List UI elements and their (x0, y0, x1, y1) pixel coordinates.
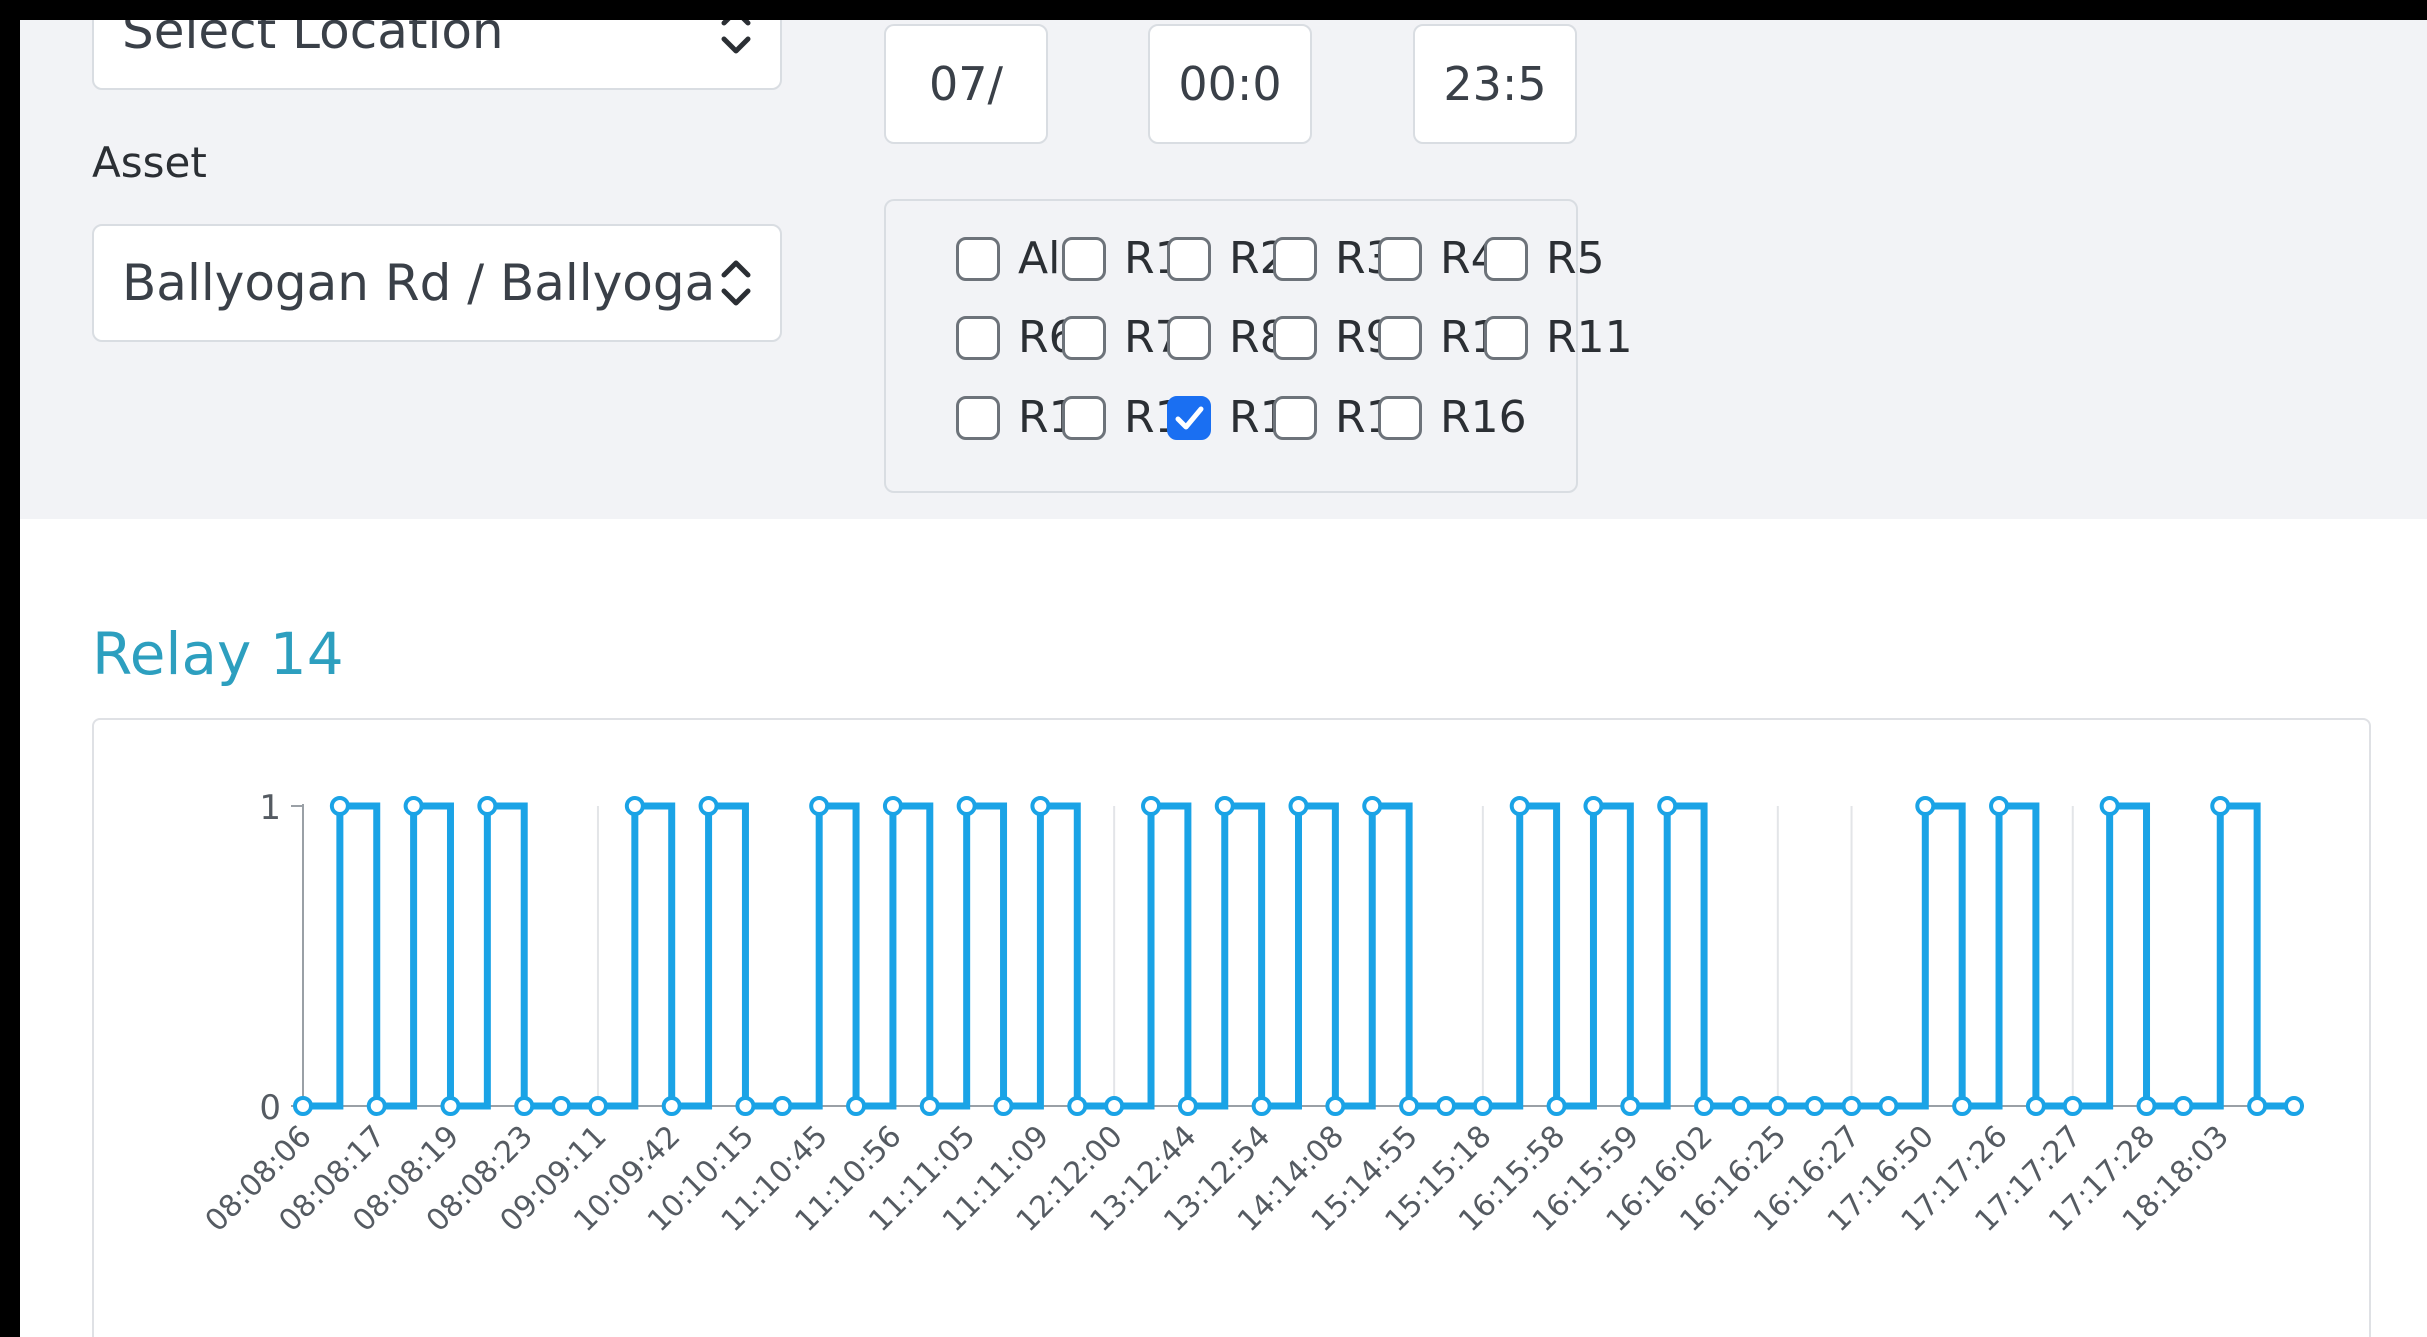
y-tick-label: 1 (259, 788, 281, 828)
data-point (1399, 1096, 1420, 1116)
checkmark-icon (1175, 406, 1204, 430)
data-point (514, 1096, 535, 1116)
relay-checkbox-r12[interactable] (956, 396, 1000, 440)
data-point (1694, 1096, 1715, 1116)
data-point (1251, 1096, 1272, 1116)
data-point (661, 1096, 682, 1116)
relay-checkbox-r4[interactable] (1378, 237, 1422, 281)
data-point (1067, 1096, 1088, 1116)
data-point (919, 1096, 940, 1116)
data-point (1214, 796, 1235, 816)
date-input[interactable]: 07/ (884, 24, 1048, 144)
data-point (735, 1096, 756, 1116)
data-point (772, 1096, 793, 1116)
relay-checkbox-group: AllR1R2R3R4R5R6R7R8R9R10R11R12R13R14R15R… (884, 199, 1633, 493)
data-point (2025, 1096, 2046, 1116)
location-select[interactable]: Select Location (92, 20, 782, 90)
relay-checkbox-r10[interactable] (1378, 316, 1422, 360)
relay-checkbox-r11[interactable] (1484, 316, 1528, 360)
data-point (1509, 796, 1530, 816)
data-point (1288, 796, 1309, 816)
location-select-value: Select Location (122, 20, 504, 60)
data-point (366, 1096, 387, 1116)
series-line (303, 802, 2294, 1110)
data-point (1804, 1096, 1825, 1116)
data-point (1657, 796, 1678, 816)
data-point (1952, 1096, 1973, 1116)
data-point (440, 1096, 461, 1116)
relay-chart: 0108:08:0608:08:1708:08:1908:08:2309:09:… (199, 788, 2304, 1239)
data-point (1546, 1096, 1567, 1116)
data-point (2099, 796, 2120, 816)
relay-checkbox-r2[interactable] (1167, 237, 1211, 281)
data-point (1730, 1096, 1751, 1116)
data-point (2136, 1096, 2157, 1116)
relay-checkbox-r9[interactable] (1273, 316, 1317, 360)
end-time-input[interactable]: 23:5 (1413, 24, 1577, 144)
data-point (1915, 796, 1936, 816)
data-point (329, 796, 350, 816)
data-point (1583, 796, 1604, 816)
page: Select Location Asset Ballyogan Rd / Bal… (20, 20, 2427, 1337)
data-point (1141, 796, 1162, 816)
data-point (846, 1096, 867, 1116)
relay-checkbox-label: R11 (1546, 312, 1633, 363)
data-point (624, 796, 645, 816)
relay-checkbox-r13[interactable] (1062, 396, 1106, 440)
data-point (2284, 1096, 2304, 1116)
data-point (2062, 1096, 2083, 1116)
data-point (1841, 1096, 1862, 1116)
data-point (809, 796, 830, 816)
data-point (2210, 796, 2231, 816)
data-point (698, 796, 719, 816)
data-point (956, 796, 977, 816)
chevron-up-down-icon (721, 260, 751, 306)
chart-card: 0 1 08:08:06 08:08:17 08:08:19 08:08:23 09:09:… (92, 718, 2371, 1337)
data-point (1620, 1096, 1641, 1116)
data-point (1362, 796, 1383, 816)
data-point (587, 1096, 608, 1116)
relay-checkbox-r7[interactable] (1062, 316, 1106, 360)
data-point (882, 796, 903, 816)
relay-checkbox-r3[interactable] (1273, 237, 1317, 281)
data-point (1104, 1096, 1125, 1116)
data-point (403, 796, 424, 816)
y-tick-label: 0 (259, 1088, 281, 1128)
relay-checkbox-r1[interactable] (1062, 237, 1106, 281)
relay-checkbox-r16[interactable] (1378, 396, 1422, 440)
data-point (293, 1096, 313, 1116)
data-point (993, 1096, 1014, 1116)
asset-select[interactable]: Ballyogan Rd / Ballyogan (92, 224, 782, 342)
relay-checkbox-r6[interactable] (956, 316, 1000, 360)
relay-checkbox-label: R5 (1546, 233, 1605, 284)
data-point (1767, 1096, 1788, 1116)
data-point (1989, 796, 2010, 816)
filter-panel: Select Location Asset Ballyogan Rd / Bal… (20, 20, 2427, 519)
data-point (1325, 1096, 1346, 1116)
data-point (551, 1096, 572, 1116)
data-point (477, 796, 498, 816)
data-point (1435, 1096, 1456, 1116)
asset-label: Asset (92, 138, 207, 187)
asset-select-value: Ballyogan Rd / Ballyogan (122, 254, 712, 312)
data-point (2247, 1096, 2268, 1116)
data-point (2173, 1096, 2194, 1116)
data-point (1878, 1096, 1899, 1116)
relay-checkbox-label: R16 (1440, 392, 1527, 443)
relay-checkbox-r5[interactable] (1484, 237, 1528, 281)
start-time-input[interactable]: 00:0 (1148, 24, 1312, 144)
data-point (1472, 1096, 1493, 1116)
chevron-up-down-icon (721, 20, 751, 54)
relay-checkbox-r14[interactable] (1167, 396, 1211, 440)
data-point (1177, 1096, 1198, 1116)
relay-checkbox-all[interactable] (956, 237, 1000, 281)
relay-checkbox-r15[interactable] (1273, 396, 1317, 440)
relay-checkbox-r8[interactable] (1167, 316, 1211, 360)
data-point (1030, 796, 1051, 816)
chart-title: Relay 14 (92, 620, 344, 688)
